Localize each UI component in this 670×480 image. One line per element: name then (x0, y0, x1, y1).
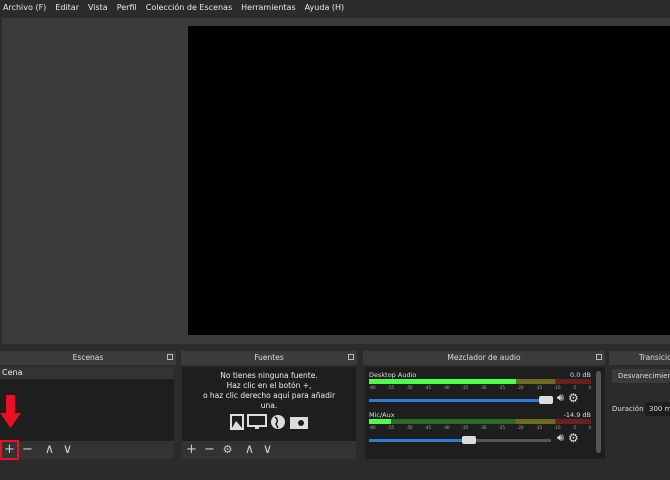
mixer-channel: Desktop Audio 0.0 dB -60 -55 -50 -45 -40 -35 -3… (365, 367, 595, 407)
scale-tick: -10 (554, 425, 561, 430)
gear-icon[interactable]: ⚙ (568, 391, 579, 405)
empty-text: No tienes ninguna fuente. (220, 371, 318, 380)
speaker-icon[interactable]: 🔊︎ (557, 431, 564, 445)
scale-tick: -30 (480, 425, 487, 430)
scale-tick: -25 (498, 385, 506, 390)
channel-name: Desktop Audio (369, 371, 417, 379)
move-down-button[interactable]: ∨ (60, 442, 75, 458)
mixer-title: Mezclador de audio (447, 353, 521, 362)
transitions-dock-header: Transiciones (609, 351, 670, 365)
remove-source-button[interactable]: − (202, 442, 217, 458)
speaker-icon[interactable]: 🔊︎ (557, 391, 564, 405)
empty-text: Haz clic en el botón +, (226, 381, 312, 390)
sources-list[interactable]: No tienes ninguna fuente. Haz clic en el… (182, 367, 356, 459)
scale-tick: -15 (535, 385, 543, 390)
scenes-title: Escenas (72, 353, 104, 362)
duration-label: Duración (612, 405, 644, 413)
add-source-button[interactable]: + (184, 442, 199, 458)
float-icon[interactable] (596, 354, 602, 360)
red-arrow-icon (0, 395, 21, 428)
mixer-channel: Mic/Aux -14.9 dB -60 -55 -50 -45 -40 -35 -30 -25… (365, 407, 595, 447)
add-scene-button[interactable]: + (0, 440, 19, 460)
mixer-scrollbar[interactable] (596, 371, 601, 453)
gear-icon[interactable]: ⚙ (568, 431, 579, 445)
move-down-button[interactable]: ∨ (260, 442, 275, 458)
scale-tick: -15 (535, 425, 543, 430)
display-icon (246, 414, 267, 429)
scale-tick: -5 (572, 425, 577, 430)
sources-dock-header: Fuentes (181, 351, 357, 365)
scene-item[interactable]: Cena (0, 367, 174, 379)
duration-input[interactable]: 300 ms (645, 402, 670, 416)
globe-icon (270, 415, 285, 429)
channel-name: Mic/Aux (369, 411, 395, 419)
transition-select[interactable]: Desvanecimiento (612, 369, 670, 383)
sources-title: Fuentes (254, 353, 284, 362)
menu-coleccion-escenas[interactable]: Colección de Escenas (146, 3, 232, 12)
scenes-list: Cena + − ∧ ∨ (0, 367, 174, 460)
source-properties-button[interactable]: ⚙ (220, 442, 235, 458)
meter-scale: -60 -55 -50 -45 -40 -35 -30 -25 -20 -15 -10 -5 0 (369, 425, 591, 430)
menu-editar[interactable]: Editar (55, 3, 79, 12)
menu-vista[interactable]: Vista (88, 3, 108, 12)
image-icon (229, 414, 244, 430)
menu-ayuda[interactable]: Ayuda (H) (305, 3, 345, 12)
menu-herramientas[interactable]: Herramientas (241, 3, 296, 12)
scale-tick: 0 (588, 385, 591, 390)
scale-tick: -35 (461, 385, 469, 390)
mixer-dock-header: Mezclador de audio (363, 351, 605, 365)
audio-mixer: Desktop Audio 0.0 dB -60 -55 -50 -45 -40 -35 -3… (365, 367, 605, 459)
menu-perfil[interactable]: Perfil (117, 3, 137, 12)
scale-tick: -55 (387, 385, 395, 390)
sources-toolbar: + − ⚙ ∧ ∨ (182, 441, 356, 459)
scenes-dock-header: Escenas (0, 351, 176, 365)
move-up-button[interactable]: ∧ (42, 442, 57, 458)
preview-canvas[interactable] (188, 26, 670, 335)
menu-bar: Archivo (F) Editar Vista Perfil Colecció… (0, 0, 670, 15)
meter-scale: -60 -55 -50 -45 -40 -35 -30 -25 -20 -15 -10 -5 0 (369, 385, 591, 390)
scale-tick: -45 (424, 425, 432, 430)
channel-db: 0.0 dB (570, 371, 591, 379)
scale-tick: -50 (406, 385, 413, 390)
scale-tick: -40 (443, 385, 450, 390)
scale-tick: -5 (572, 385, 577, 390)
scale-tick: 0 (588, 425, 591, 430)
empty-text: una. (260, 401, 278, 410)
scale-tick: -35 (461, 425, 469, 430)
camera-folder-icon (289, 417, 308, 429)
scale-tick: -45 (424, 385, 432, 390)
scale-tick: -50 (406, 425, 413, 430)
channel-db: -14.9 dB (563, 411, 591, 419)
scenes-toolbar: + − ∧ ∨ (0, 440, 174, 460)
remove-scene-button[interactable]: − (20, 442, 35, 458)
scale-tick: -10 (554, 385, 561, 390)
float-icon[interactable] (348, 354, 354, 360)
empty-text: o haz clic derecho aquí para añadir (202, 391, 336, 400)
transitions-title: Transiciones (639, 353, 670, 362)
volume-meter (369, 379, 591, 384)
scale-tick: -20 (517, 385, 524, 390)
volume-slider[interactable] (369, 435, 551, 444)
scale-tick: -55 (387, 425, 395, 430)
scale-tick: -25 (498, 425, 506, 430)
menu-archivo[interactable]: Archivo (F) (3, 3, 46, 12)
volume-meter (369, 419, 591, 424)
scale-tick: -60 (369, 385, 376, 390)
volume-slider[interactable] (369, 395, 553, 404)
scale-tick: -60 (369, 425, 376, 430)
scale-tick: -40 (443, 425, 450, 430)
scale-tick: -30 (480, 385, 487, 390)
move-up-button[interactable]: ∧ (242, 442, 257, 458)
float-icon[interactable] (167, 354, 173, 360)
scale-tick: -20 (517, 425, 524, 430)
